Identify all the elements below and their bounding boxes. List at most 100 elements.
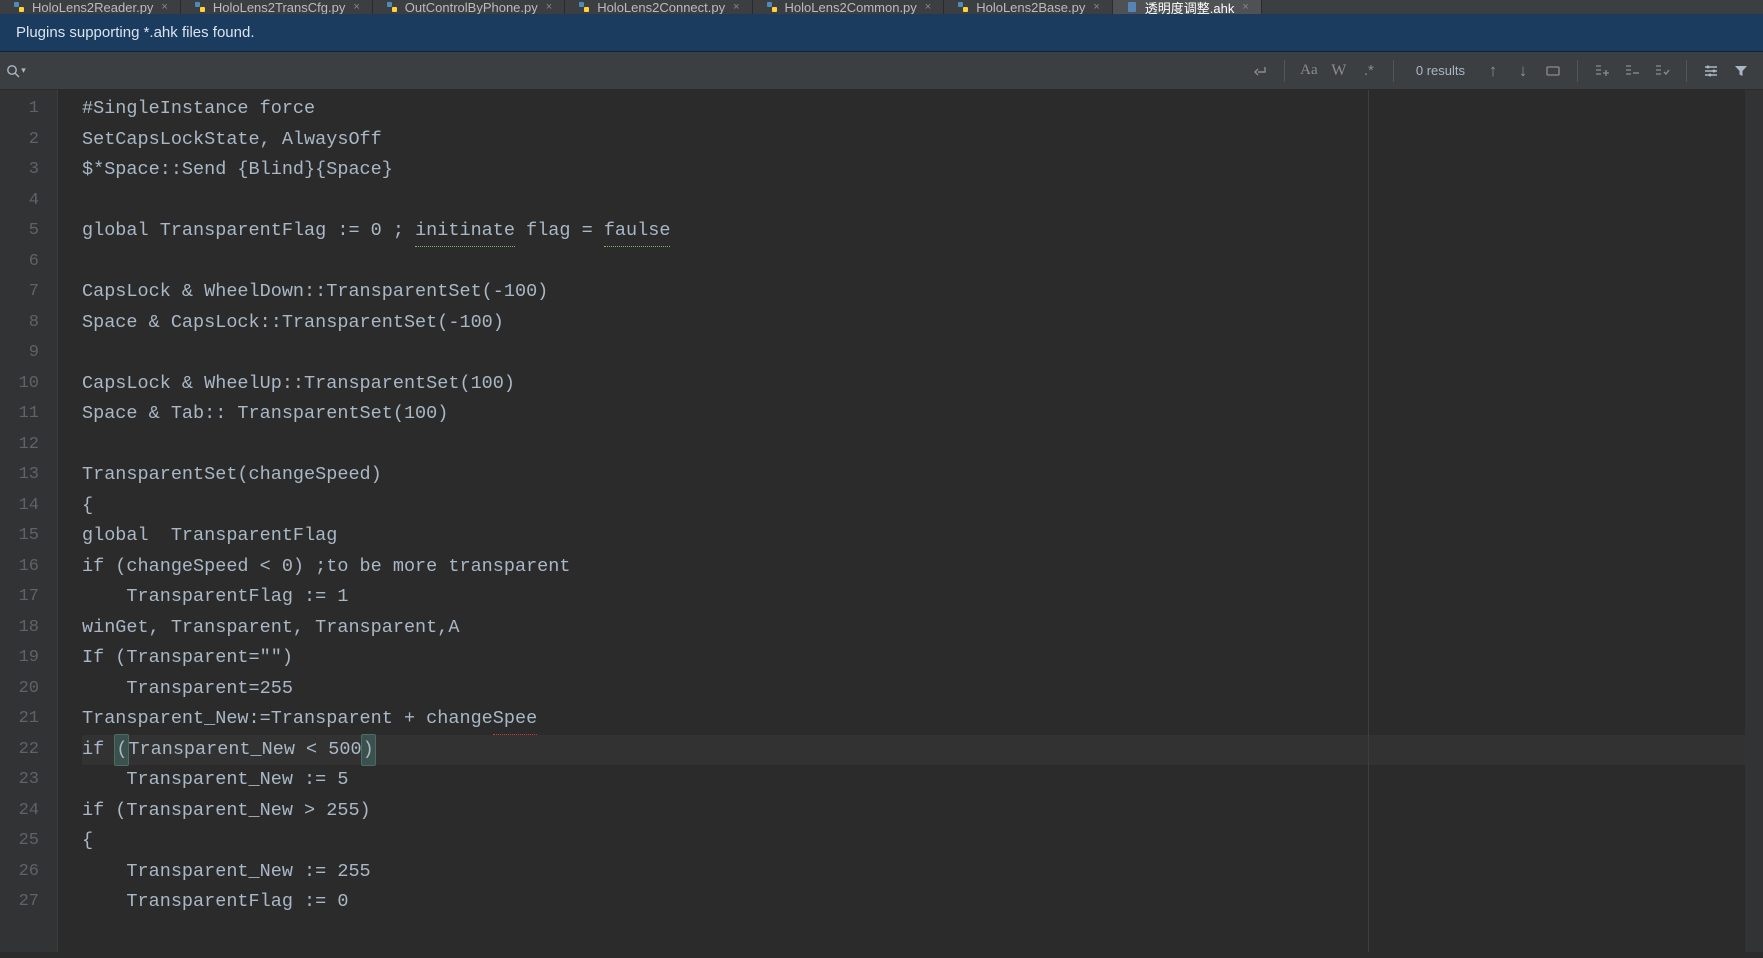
code-line[interactable]: global TransparentFlag (82, 521, 1763, 552)
line-number: 3 (0, 155, 57, 186)
code-line[interactable]: Transparent=255 (82, 674, 1763, 705)
filter-icon[interactable] (1727, 57, 1755, 85)
tab-file-0[interactable]: HoloLens2Reader.py × (0, 0, 181, 14)
code-line[interactable] (82, 338, 1763, 369)
line-number: 18 (0, 613, 57, 644)
line-number: 7 (0, 277, 57, 308)
notice-text: Plugins supporting *.ahk files found. (16, 24, 254, 41)
match-case-icon[interactable]: Aa (1295, 57, 1323, 85)
divider (1393, 60, 1394, 82)
code-line[interactable]: if (Transparent_New > 255) (82, 796, 1763, 827)
code-line[interactable]: $*Space::Send {Blind}{Space} (82, 155, 1763, 186)
divider (1686, 60, 1687, 82)
text-file-icon (1125, 0, 1139, 14)
plugin-notice-bar[interactable]: Plugins supporting *.ahk files found. (0, 14, 1763, 52)
python-file-icon (956, 0, 970, 14)
python-file-icon (12, 0, 26, 14)
python-file-icon (385, 0, 399, 14)
code-line[interactable]: TransparentFlag := 1 (82, 582, 1763, 613)
line-number: 27 (0, 887, 57, 918)
line-number: 17 (0, 582, 57, 613)
code-line[interactable]: CapsLock & WheelUp::TransparentSet(100) (82, 369, 1763, 400)
line-number: 16 (0, 552, 57, 583)
editor-tabs: HoloLens2Reader.py × HoloLens2TransCfg.p… (0, 0, 1763, 14)
line-number: 24 (0, 796, 57, 827)
code-line[interactable] (82, 247, 1763, 278)
prev-match-icon[interactable]: ↑ (1479, 57, 1507, 85)
code-line[interactable]: winGet, Transparent, Transparent,A (82, 613, 1763, 644)
line-number: 8 (0, 308, 57, 339)
tab-file-6[interactable]: 透明度调整.ahk × (1113, 0, 1262, 14)
line-number: 26 (0, 857, 57, 888)
code-line[interactable]: { (82, 826, 1763, 857)
tab-label: HoloLens2TransCfg.py (213, 0, 345, 14)
code-line[interactable]: Transparent_New:=Transparent + changeSpe… (82, 704, 1763, 735)
tab-label: HoloLens2Base.py (976, 0, 1085, 14)
whole-word-icon[interactable]: W (1325, 57, 1353, 85)
divider (1284, 60, 1285, 82)
python-file-icon (193, 0, 207, 14)
line-number: 22 (0, 735, 57, 766)
code-line[interactable]: global TransparentFlag := 0 ; initinate … (82, 216, 1763, 247)
python-file-icon (765, 0, 779, 14)
code-line[interactable]: if (Transparent_New < 500) (82, 735, 1763, 766)
code-line[interactable]: TransparentSet(changeSpeed) (82, 460, 1763, 491)
line-number: 15 (0, 521, 57, 552)
line-number: 19 (0, 643, 57, 674)
line-number: 4 (0, 186, 57, 217)
tab-file-4[interactable]: HoloLens2Common.py × (753, 0, 945, 14)
tab-file-3[interactable]: HoloLens2Connect.py × (565, 0, 752, 14)
tab-label: HoloLens2Common.py (785, 0, 917, 14)
close-icon[interactable]: × (733, 1, 739, 13)
results-count: 0 results (1404, 63, 1477, 78)
code-line[interactable]: TransparentFlag := 0 (82, 887, 1763, 918)
search-icon[interactable]: ▾ (0, 52, 32, 89)
line-number: 12 (0, 430, 57, 461)
line-number: 1 (0, 94, 57, 125)
code-line[interactable]: Space & CapsLock::TransparentSet(-100) (82, 308, 1763, 339)
error-stripe[interactable] (1745, 90, 1763, 952)
close-icon[interactable]: × (161, 1, 167, 13)
code-line[interactable]: If (Transparent="") (82, 643, 1763, 674)
line-number: 21 (0, 704, 57, 735)
line-number: 25 (0, 826, 57, 857)
line-number: 5 (0, 216, 57, 247)
close-icon[interactable]: × (1093, 1, 1099, 13)
code-line[interactable] (82, 430, 1763, 461)
select-occurrences-icon[interactable] (1648, 57, 1676, 85)
code-line[interactable]: CapsLock & WheelDown::TransparentSet(-10… (82, 277, 1763, 308)
line-number: 23 (0, 765, 57, 796)
close-icon[interactable]: × (546, 1, 552, 13)
tab-file-5[interactable]: HoloLens2Base.py × (944, 0, 1113, 14)
code-line[interactable]: { (82, 491, 1763, 522)
close-icon[interactable]: × (925, 1, 931, 13)
remove-selection-icon[interactable] (1618, 57, 1646, 85)
add-selection-icon[interactable] (1588, 57, 1616, 85)
line-number: 11 (0, 399, 57, 430)
code-line[interactable]: Space & Tab:: TransparentSet(100) (82, 399, 1763, 430)
tab-label: 透明度调整.ahk (1145, 0, 1235, 14)
tab-file-1[interactable]: HoloLens2TransCfg.py × (181, 0, 373, 14)
close-icon[interactable]: × (353, 1, 359, 13)
code-line[interactable]: Transparent_New := 5 (82, 765, 1763, 796)
newline-toggle-icon[interactable] (1246, 57, 1274, 85)
code-line[interactable] (82, 186, 1763, 217)
right-margin-line (1368, 90, 1369, 952)
line-number: 2 (0, 125, 57, 156)
code-area[interactable]: #SingleInstance forceSetCapsLockState, A… (58, 90, 1763, 918)
regex-icon[interactable]: .* (1355, 57, 1383, 85)
filter-settings-icon[interactable] (1697, 57, 1725, 85)
python-file-icon (577, 0, 591, 14)
code-line[interactable]: SetCapsLockState, AlwaysOff (82, 125, 1763, 156)
close-icon[interactable]: × (1242, 1, 1248, 13)
next-match-icon[interactable]: ↓ (1509, 57, 1537, 85)
code-line[interactable]: if (changeSpeed < 0) ;to be more transpa… (82, 552, 1763, 583)
tab-file-2[interactable]: OutControlByPhone.py × (373, 0, 565, 14)
line-number: 13 (0, 460, 57, 491)
code-line[interactable]: Transparent_New := 255 (82, 857, 1763, 888)
tab-label: OutControlByPhone.py (405, 0, 538, 14)
search-input[interactable] (32, 52, 1246, 89)
line-number: 20 (0, 674, 57, 705)
code-line[interactable]: #SingleInstance force (82, 94, 1763, 125)
select-all-icon[interactable] (1539, 57, 1567, 85)
